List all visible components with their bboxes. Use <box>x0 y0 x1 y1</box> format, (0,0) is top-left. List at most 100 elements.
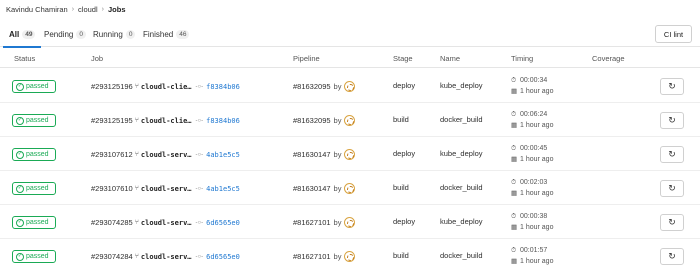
branch-ref-link[interactable]: cloudl-serv… <box>141 219 192 227</box>
commit-sha-link[interactable]: f8384b06 <box>206 83 240 91</box>
finished-at-value: 1 hour ago <box>520 88 554 95</box>
tab-running[interactable]: Running 0 <box>93 28 136 40</box>
column-header-coverage: Coverage <box>592 54 625 63</box>
breadcrumb: Kavindu Chamiran › cloudl › Jobs <box>6 3 126 15</box>
commit-icon: -○- <box>195 253 204 260</box>
commit-sha-link[interactable]: 4ab1e5c5 <box>206 151 240 159</box>
avatar[interactable] <box>344 115 356 126</box>
timing-cell: ⏱ 00:06:24 ▦ 1 hour ago <box>511 109 553 131</box>
tab-all[interactable]: All 49 <box>2 28 43 48</box>
avatar[interactable] <box>344 183 356 194</box>
duration-value: 00:02:03 <box>520 179 548 186</box>
calendar-icon: ▦ <box>511 88 518 95</box>
check-circle-icon: ✓ <box>16 150 24 159</box>
pipeline-by-label: by <box>333 252 342 261</box>
retry-icon: ↻ <box>668 251 676 261</box>
ci-lint-button[interactable]: CI lint <box>655 25 692 43</box>
retry-icon: ↻ <box>668 115 676 125</box>
branch-icon: ⑂ <box>134 253 139 260</box>
avatar[interactable] <box>344 251 356 262</box>
pipeline-by-label: by <box>333 150 342 159</box>
timing-cell: ⏱ 00:00:38 ▦ 1 hour ago <box>511 211 553 233</box>
status-label: passed <box>26 151 49 158</box>
pipeline-link[interactable]: #81632095 <box>293 82 331 91</box>
stage-cell: build <box>393 251 409 260</box>
finished-at-value: 1 hour ago <box>520 190 554 197</box>
pipeline-cell: #81627101 by <box>293 217 356 228</box>
timing-cell: ⏱ 00:00:45 ▦ 1 hour ago <box>511 143 553 165</box>
pipeline-link[interactable]: #81632095 <box>293 116 331 125</box>
retry-button[interactable]: ↻ <box>660 214 684 231</box>
pipeline-link[interactable]: #81630147 <box>293 184 331 193</box>
branch-icon: ⑂ <box>134 83 139 90</box>
retry-button[interactable]: ↻ <box>660 78 684 95</box>
finished-at-value: 1 hour ago <box>520 258 554 265</box>
pipeline-cell: #81627101 by <box>293 251 356 262</box>
retry-icon: ↻ <box>668 81 676 91</box>
check-circle-icon: ✓ <box>16 184 24 193</box>
duration-value: 00:00:45 <box>520 145 548 152</box>
status-badge[interactable]: ✓ passed <box>12 80 56 93</box>
commit-sha-link[interactable]: 6d6565e0 <box>206 253 240 261</box>
status-label: passed <box>26 253 49 260</box>
tab-label: Pending <box>44 29 74 39</box>
retry-button[interactable]: ↻ <box>660 146 684 163</box>
job-row: ✓ passed #293125196 ⑂ cloudl-clie… -○- f8384b0… <box>0 69 700 103</box>
timer-icon: ⏱ <box>511 179 517 186</box>
commit-icon: -○- <box>195 117 204 124</box>
duration-value: 00:06:24 <box>520 111 548 118</box>
branch-ref-link[interactable]: cloudl-serv… <box>141 253 192 261</box>
pipeline-link[interactable]: #81630147 <box>293 150 331 159</box>
status-badge[interactable]: ✓ passed <box>12 216 56 229</box>
retry-button[interactable]: ↻ <box>660 112 684 129</box>
avatar[interactable] <box>344 217 356 228</box>
retry-button[interactable]: ↻ <box>660 180 684 197</box>
branch-icon: ⑂ <box>134 219 139 226</box>
tab-count-badge: 0 <box>76 29 86 39</box>
pipeline-by-label: by <box>333 218 342 227</box>
commit-sha-link[interactable]: 6d6565e0 <box>206 219 240 227</box>
breadcrumb-user[interactable]: Kavindu Chamiran <box>6 5 68 14</box>
retry-button[interactable]: ↻ <box>660 248 684 265</box>
commit-sha-link[interactable]: f8384b06 <box>206 117 240 125</box>
status-label: passed <box>26 117 49 124</box>
tab-label: All <box>9 29 20 39</box>
check-circle-icon: ✓ <box>16 252 24 261</box>
timer-icon: ⏱ <box>511 145 517 152</box>
calendar-icon: ▦ <box>511 258 518 265</box>
tab-label: Finished <box>143 29 174 39</box>
job-row: ✓ passed #293074285 ⑂ cloudl-serv… -○- 6d6565e… <box>0 205 700 239</box>
job-id-link[interactable]: #293074285 <box>91 218 133 227</box>
branch-ref-link[interactable]: cloudl-serv… <box>141 151 192 159</box>
job-id-link[interactable]: #293125196 <box>91 82 133 91</box>
column-header-name: Name <box>440 54 461 63</box>
timing-cell: ⏱ 00:00:34 ▦ 1 hour ago <box>511 75 553 97</box>
column-header-status: Status <box>14 54 36 63</box>
tab-pending[interactable]: Pending 0 <box>44 28 86 40</box>
branch-ref-link[interactable]: cloudl-clie… <box>141 83 192 91</box>
finished-at-value: 1 hour ago <box>520 224 554 231</box>
status-badge[interactable]: ✓ passed <box>12 250 56 263</box>
breadcrumb-current[interactable]: Jobs <box>108 5 126 14</box>
breadcrumb-project[interactable]: cloudl <box>78 5 98 14</box>
job-id-link[interactable]: #293074284 <box>91 252 133 261</box>
job-id-link[interactable]: #293107612 <box>91 150 133 159</box>
job-cell: #293125196 ⑂ cloudl-clie… -○- f8384b06 <box>91 81 240 92</box>
pipeline-link[interactable]: #81627101 <box>293 252 331 261</box>
avatar[interactable] <box>344 149 356 160</box>
status-badge[interactable]: ✓ passed <box>12 114 56 127</box>
status-badge[interactable]: ✓ passed <box>12 182 56 195</box>
tab-finished[interactable]: Finished 46 <box>143 28 190 40</box>
status-badge[interactable]: ✓ passed <box>12 148 56 161</box>
job-id-link[interactable]: #293125195 <box>91 116 133 125</box>
status-label: passed <box>26 185 49 192</box>
branch-ref-link[interactable]: cloudl-serv… <box>141 185 192 193</box>
commit-sha-link[interactable]: 4ab1e5c5 <box>206 185 240 193</box>
avatar[interactable] <box>344 81 356 92</box>
job-name-cell: docker_build <box>440 115 483 124</box>
job-name-cell: kube_deploy <box>440 81 483 90</box>
job-id-link[interactable]: #293107610 <box>91 184 133 193</box>
column-header-pipeline: Pipeline <box>293 54 320 63</box>
pipeline-link[interactable]: #81627101 <box>293 218 331 227</box>
branch-ref-link[interactable]: cloudl-clie… <box>141 117 192 125</box>
